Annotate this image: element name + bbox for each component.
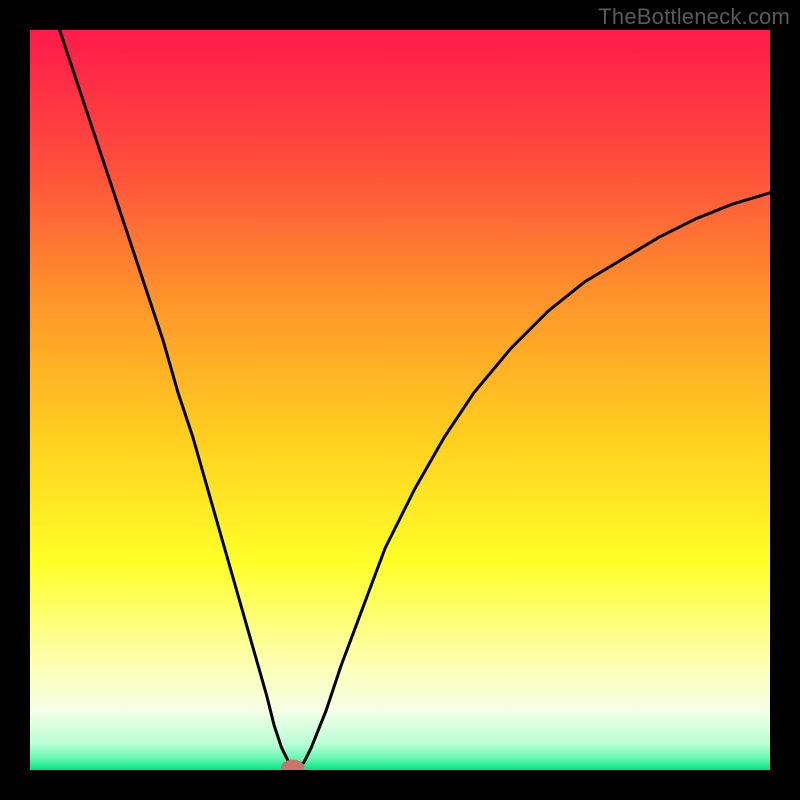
chart-frame: TheBottleneck.com [0,0,800,800]
gradient-background [30,30,770,770]
watermark-text: TheBottleneck.com [598,4,790,30]
bottleneck-chart-svg [30,30,770,770]
plot-area [30,30,770,770]
